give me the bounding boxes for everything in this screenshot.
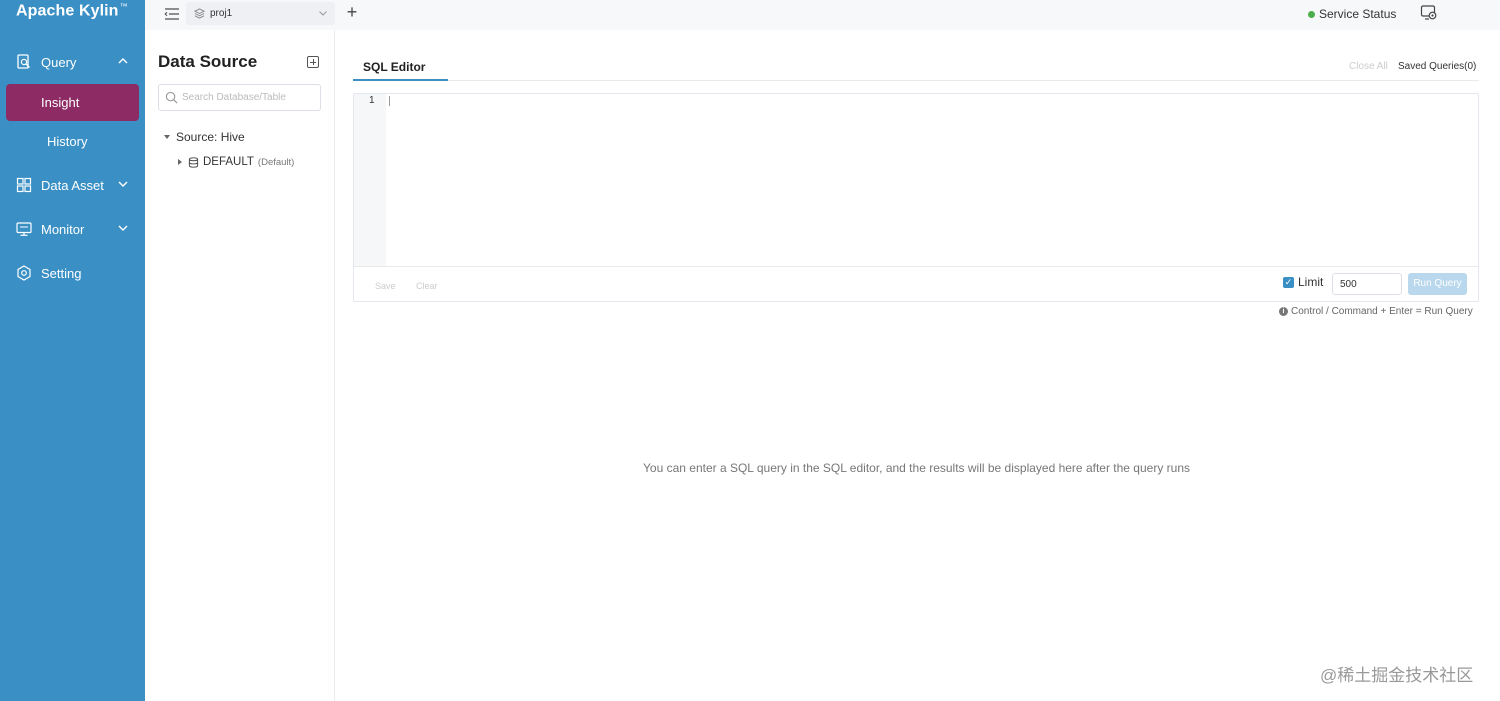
monitor-icon (15, 220, 33, 238)
main-nav: Query Insight History Data Asset Monitor (0, 40, 145, 295)
add-project-icon[interactable]: + (343, 3, 361, 21)
service-status[interactable]: Service Status (1308, 7, 1396, 21)
saved-queries-button[interactable]: Saved Queries(0) (1398, 61, 1476, 72)
nav-item-data-asset[interactable]: Data Asset (0, 163, 145, 207)
menu-toggle-icon[interactable] (164, 6, 180, 22)
system-settings-icon[interactable] (1420, 4, 1438, 22)
database-name: DEFAULT (203, 156, 254, 168)
save-button[interactable]: Save (375, 281, 396, 291)
shortcut-hint: i Control / Command + Enter = Run Query (1279, 306, 1473, 317)
line-number: 1 (369, 95, 375, 106)
limit-input[interactable] (1332, 273, 1402, 295)
data-asset-icon (15, 176, 33, 194)
nav-item-label: History (47, 134, 88, 149)
watermark: @稀土掘金技术社区 (1320, 666, 1474, 685)
tree-node-database[interactable]: DEFAULT (Default) (178, 156, 294, 168)
limit-toggle[interactable]: ✓ Limit (1283, 275, 1323, 289)
run-query-button[interactable]: Run Query (1408, 273, 1467, 295)
project-icon (194, 8, 205, 19)
brand-name: Apache Kylin (16, 2, 119, 20)
nav-item-label: Query (41, 54, 77, 70)
add-data-source-icon[interactable] (307, 56, 319, 68)
nav-item-query[interactable]: Query (0, 40, 145, 84)
limit-checkbox[interactable]: ✓ (1283, 276, 1294, 288)
clear-button[interactable]: Clear (416, 281, 438, 291)
data-source-panel: Data Source Source: Hive DEFAULT (Defaul… (145, 30, 335, 701)
collapse-arrow-icon (178, 159, 182, 165)
nav-item-label: Setting (41, 265, 82, 281)
brand-logo[interactable]: Apache Kylin™ (0, 0, 145, 28)
setting-icon (15, 264, 33, 282)
project-name: proj1 (210, 8, 233, 19)
results-empty-message: You can enter a SQL query in the SQL edi… (643, 461, 1190, 475)
editor-footer: Save Clear ✓ Limit Run Query (354, 266, 1478, 301)
data-source-title: Data Source (158, 52, 258, 71)
database-default-tag: (Default) (257, 156, 295, 168)
sql-editor[interactable]: 1 Save Clear ✓ Limit Run Query (353, 93, 1479, 302)
database-icon (188, 156, 199, 168)
tree-node-source[interactable]: Source: Hive (164, 130, 245, 144)
brand-trademark: ™ (119, 2, 128, 11)
nav-item-label: Data Asset (41, 177, 104, 193)
top-bar: proj1 + Service Status (145, 0, 1500, 30)
nav-item-label: Monitor (41, 221, 85, 237)
info-icon: i (1279, 307, 1288, 316)
query-submenu: Insight History (0, 84, 145, 160)
chevron-down-icon (319, 11, 327, 16)
text-cursor (389, 96, 390, 106)
nav-item-insight[interactable]: Insight (6, 84, 139, 121)
limit-label: Limit (1298, 275, 1324, 289)
line-gutter: 1 (354, 94, 386, 266)
chevron-down-icon (118, 181, 128, 187)
chevron-up-icon (118, 58, 128, 64)
tab-sql-editor[interactable]: SQL Editor (353, 50, 448, 81)
sidebar: Apache Kylin™ Query Insight History Data… (0, 0, 145, 701)
nav-item-monitor[interactable]: Monitor (0, 207, 145, 251)
main-content: SQL Editor Close All Saved Queries(0) 1 … (335, 30, 1500, 701)
nav-item-setting[interactable]: Setting (0, 251, 145, 295)
search-icon (165, 91, 178, 104)
expand-arrow-icon (164, 135, 170, 139)
editor-tabbar: SQL Editor Close All Saved Queries(0) (353, 50, 1479, 81)
search-input[interactable] (182, 92, 312, 103)
chevron-down-icon (118, 225, 128, 231)
close-all-button[interactable]: Close All (1349, 61, 1388, 72)
status-dot-icon (1308, 10, 1315, 18)
database-search[interactable] (158, 84, 321, 111)
nav-item-label: Insight (41, 95, 80, 110)
shortcut-hint-text: Control / Command + Enter = Run Query (1291, 306, 1473, 317)
source-label: Source: Hive (176, 130, 245, 144)
query-icon (15, 53, 33, 71)
service-status-label: Service Status (1319, 7, 1397, 21)
nav-item-history[interactable]: History (6, 123, 139, 160)
project-select[interactable]: proj1 (186, 2, 335, 25)
